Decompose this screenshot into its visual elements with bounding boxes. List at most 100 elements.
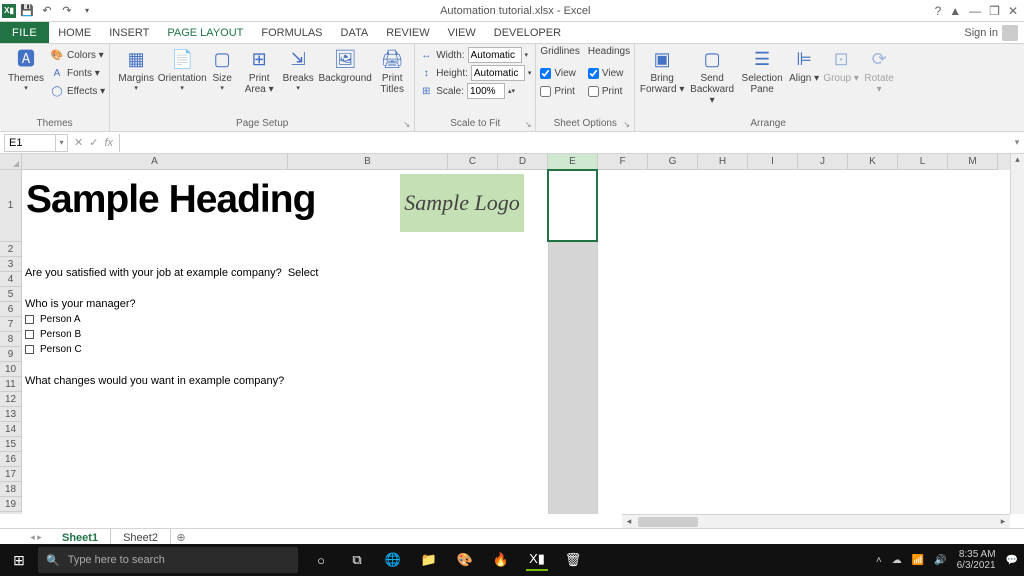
tab-data[interactable]: DATA: [332, 22, 378, 43]
close-button[interactable]: ✕: [1008, 4, 1018, 18]
col-header-k[interactable]: K: [848, 154, 898, 170]
sample-logo[interactable]: Sample Logo: [400, 174, 524, 232]
undo-icon[interactable]: ↶: [38, 2, 56, 20]
start-button[interactable]: ⊞: [0, 552, 38, 569]
col-header-g[interactable]: G: [648, 154, 698, 170]
notion-icon[interactable]: 🗑: [562, 549, 584, 571]
row-header-9[interactable]: 9: [0, 347, 22, 362]
excel-taskbar-icon[interactable]: X▮: [526, 549, 548, 571]
sheet-options-dialog-icon[interactable]: ↘: [623, 120, 630, 129]
print-area-button[interactable]: ⊞Print Area ▾: [240, 46, 278, 95]
select-all-corner[interactable]: [0, 154, 22, 170]
tab-file[interactable]: FILE: [0, 22, 49, 43]
orientation-button[interactable]: 📄Orientation▾: [160, 46, 204, 93]
cortana-icon[interactable]: ○: [310, 549, 332, 571]
name-box-dropdown[interactable]: ▾: [56, 134, 68, 152]
scale-dialog-icon[interactable]: ↘: [525, 120, 532, 129]
name-box[interactable]: E1: [4, 134, 56, 152]
bring-forward-button[interactable]: ▣Bring Forward ▾: [639, 46, 685, 95]
col-header-j[interactable]: J: [798, 154, 848, 170]
themes-button[interactable]: 🅰Themes▾: [4, 46, 48, 93]
row-header-3[interactable]: 3: [0, 257, 22, 272]
cancel-formula-icon[interactable]: ✕: [74, 136, 83, 149]
selection-pane-button[interactable]: ☰Selection Pane: [739, 46, 785, 95]
scale-input[interactable]: [467, 83, 505, 99]
row-header-10[interactable]: 10: [0, 362, 22, 377]
fx-icon[interactable]: fx: [104, 137, 113, 149]
width-input[interactable]: [468, 47, 522, 63]
row-header-17[interactable]: 17: [0, 467, 22, 482]
col-header-b[interactable]: B: [288, 154, 448, 170]
send-backward-button[interactable]: ▢Send Backward ▾: [687, 46, 737, 106]
vertical-scrollbar[interactable]: ▴: [1010, 154, 1024, 514]
row-header-2[interactable]: 2: [0, 242, 22, 257]
checkbox-person-a[interactable]: Person A: [25, 314, 81, 325]
file-explorer-icon[interactable]: 📁: [418, 549, 440, 571]
background-button[interactable]: 🖼Background: [318, 46, 372, 84]
tab-insert[interactable]: INSERT: [100, 22, 158, 43]
scroll-right-icon[interactable]: ▸: [996, 516, 1010, 527]
row-header-8[interactable]: 8: [0, 332, 22, 347]
minimize-button[interactable]: —: [969, 4, 981, 18]
col-header-h[interactable]: H: [698, 154, 748, 170]
row-header-6[interactable]: 6: [0, 302, 22, 317]
gridlines-view-checkbox[interactable]: View: [540, 64, 579, 82]
volume-icon[interactable]: 🔊: [934, 555, 946, 566]
sign-in[interactable]: Sign in: [958, 22, 1024, 43]
col-header-a[interactable]: A: [22, 154, 288, 170]
enter-formula-icon[interactable]: ✓: [89, 136, 98, 149]
add-sheet-button[interactable]: ⊕: [171, 531, 191, 544]
tab-view[interactable]: VIEW: [439, 22, 485, 43]
row-header-4[interactable]: 4: [0, 272, 22, 287]
row-header-5[interactable]: 5: [0, 287, 22, 302]
row-header-13[interactable]: 13: [0, 407, 22, 422]
col-header-c[interactable]: C: [448, 154, 498, 170]
help-button[interactable]: ?: [935, 4, 942, 18]
row-header-7[interactable]: 7: [0, 317, 22, 332]
tab-page-layout[interactable]: PAGE LAYOUT: [158, 22, 252, 43]
ribbon-options-button[interactable]: ▲: [949, 4, 961, 18]
col-header-f[interactable]: F: [598, 154, 648, 170]
horizontal-scrollbar[interactable]: ◂ ▸: [622, 514, 1010, 528]
size-button[interactable]: ▢Size▾: [206, 46, 238, 93]
breaks-button[interactable]: ⇲Breaks▾: [280, 46, 316, 93]
height-input[interactable]: [471, 65, 525, 81]
taskbar-clock[interactable]: 8:35 AM 6/3/2021: [957, 549, 996, 571]
tray-expand-icon[interactable]: ˄: [876, 555, 882, 566]
redo-icon[interactable]: ↷: [58, 2, 76, 20]
expand-formula-bar-icon[interactable]: ▾: [1010, 137, 1024, 148]
checkbox-person-c[interactable]: Person C: [25, 344, 82, 355]
row-header-15[interactable]: 15: [0, 437, 22, 452]
taskbar-search[interactable]: 🔍 Type here to search: [38, 547, 298, 573]
row-header-19[interactable]: 19: [0, 497, 22, 512]
col-header-e[interactable]: E: [548, 154, 598, 170]
gridlines-print-checkbox[interactable]: Print: [540, 82, 579, 100]
qat-customize-icon[interactable]: ▾: [78, 2, 96, 20]
spreadsheet-grid[interactable]: A B C D E F G H I J K L M 12345678910111…: [0, 154, 1024, 528]
fonts-button[interactable]: AFonts ▾: [50, 64, 105, 82]
task-view-icon[interactable]: ⧉: [346, 549, 368, 571]
app-icon[interactable]: 🔥: [490, 549, 512, 571]
scroll-up-icon[interactable]: ▴: [1011, 154, 1024, 168]
formula-input[interactable]: [119, 134, 1010, 152]
chrome-icon[interactable]: 🌐: [382, 549, 404, 571]
row-header-12[interactable]: 12: [0, 392, 22, 407]
col-header-m[interactable]: M: [948, 154, 998, 170]
network-icon[interactable]: 📶: [912, 555, 924, 566]
maximize-button[interactable]: ❐: [989, 4, 1000, 18]
page-setup-dialog-icon[interactable]: ↘: [403, 120, 410, 129]
tab-review[interactable]: REVIEW: [377, 22, 438, 43]
save-icon[interactable]: 💾: [18, 2, 36, 20]
paint-icon[interactable]: 🎨: [454, 549, 476, 571]
row-header-18[interactable]: 18: [0, 482, 22, 497]
print-titles-button[interactable]: 🖨Print Titles: [374, 46, 410, 95]
row-header-1[interactable]: 1: [0, 170, 22, 242]
effects-button[interactable]: ◯Effects ▾: [50, 82, 105, 100]
sheet-nav[interactable]: ◂ ▸: [22, 532, 50, 543]
onedrive-icon[interactable]: ☁: [892, 555, 902, 566]
align-button[interactable]: ⊫Align ▾: [787, 46, 821, 84]
tab-developer[interactable]: DEVELOPER: [485, 22, 570, 43]
col-header-l[interactable]: L: [898, 154, 948, 170]
tab-home[interactable]: HOME: [49, 22, 100, 43]
headings-view-checkbox[interactable]: View: [588, 64, 630, 82]
